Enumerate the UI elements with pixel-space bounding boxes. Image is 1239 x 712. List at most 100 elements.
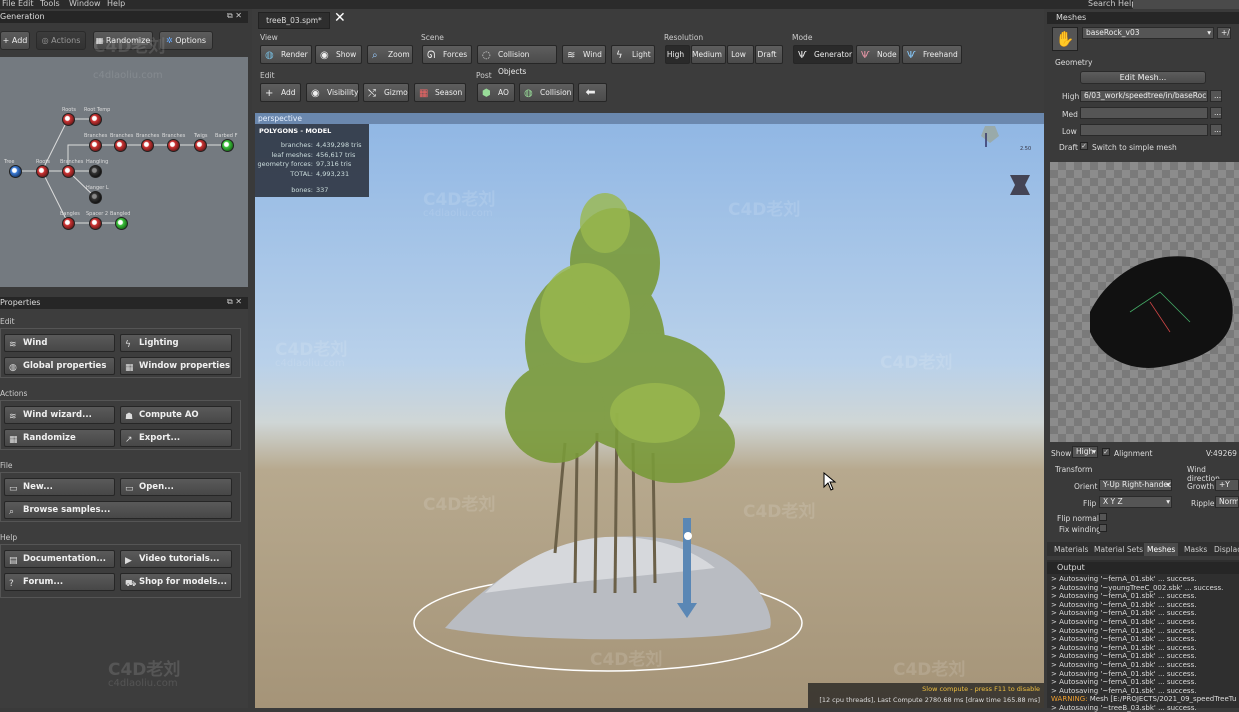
float-icon[interactable]: ⧉ ✕ (227, 297, 242, 307)
res-high-button[interactable]: High (665, 45, 690, 64)
window-properties-button[interactable]: ▦ Window properties (120, 357, 232, 375)
branches-node-1[interactable] (62, 165, 75, 178)
menu-edit[interactable]: Edit (18, 0, 34, 8)
tree-node[interactable] (9, 165, 22, 178)
close-tab-icon[interactable]: ✕ (334, 10, 346, 26)
lighting-button[interactable]: ϟ Lighting (120, 334, 232, 352)
wind-button[interactable]: ≋ Wind (4, 334, 115, 352)
tab-materials[interactable]: Materials (1054, 543, 1088, 556)
collision-objects-button[interactable]: ◌ Collision Objects (477, 45, 557, 76)
plus-icon: + (265, 88, 274, 99)
light-button[interactable]: ϟ Light (611, 45, 655, 64)
add-button[interactable]: + Add (0, 31, 30, 50)
roots-node[interactable] (62, 113, 75, 126)
output-line: > Autosaving '~fernA_01.sbk' ... success… (1051, 669, 1197, 678)
actions-button[interactable]: ◎ Actions (36, 31, 86, 50)
compute-ao-button[interactable]: ☗ Compute AO (120, 406, 232, 424)
med-browse-button[interactable]: ... (1210, 107, 1222, 119)
generation-title: Generation (0, 11, 248, 23)
generator-mode-button[interactable]: Ѱ Generator (793, 45, 853, 64)
scene-wind-button[interactable]: ≋ Wind (562, 45, 606, 64)
shop-for-models-button[interactable]: ⛟ Shop for models... (120, 573, 232, 591)
zoom-button[interactable]: ⌕ Zoom (367, 45, 413, 64)
menu-tools[interactable]: Tools (40, 0, 60, 8)
hanger-node[interactable] (89, 191, 102, 204)
tab-meshes[interactable]: Meshes (1144, 543, 1179, 556)
post-collision-button[interactable]: ◍ Collision (519, 83, 574, 102)
branches-node-3[interactable] (114, 139, 127, 152)
wind-wizard-button[interactable]: ≋ Wind wizard... (4, 406, 115, 424)
randomize-action-button[interactable]: ▦ Randomize (4, 429, 115, 447)
mesh-add-remove[interactable]: +/- (1217, 27, 1231, 39)
export-button[interactable]: ↗ Export... (120, 429, 232, 447)
orient-select[interactable]: Y-Up Right-handed ▾ (1099, 479, 1172, 491)
high-mesh-path[interactable]: 6/03_work/speedtree/in/baseRock.obj (1080, 90, 1208, 102)
ripple-select[interactable]: Norm (1215, 496, 1239, 508)
flip-select[interactable]: X Y Z ▾ (1099, 496, 1172, 508)
tab-masks[interactable]: Masks (1184, 543, 1207, 556)
search-help-input[interactable] (1133, 0, 1239, 9)
growth-select[interactable]: +Y (1215, 479, 1239, 491)
menu-help[interactable]: Help (107, 0, 125, 8)
low-mesh-path[interactable] (1080, 124, 1208, 136)
bangled-node[interactable] (115, 217, 128, 230)
generation-graph[interactable]: Roots Root Temp Branches Branches Branch… (0, 57, 248, 287)
res-medium-button[interactable]: Medium (691, 45, 726, 64)
show-select[interactable]: High ▾ (1072, 446, 1098, 458)
trunk-node[interactable] (36, 165, 49, 178)
root-temp-node[interactable] (89, 113, 102, 126)
viewport[interactable]: perspective POLYGONS - MODEL branches: 4,… (255, 113, 1044, 708)
branches-node-2[interactable] (89, 139, 102, 152)
new-button[interactable]: ▭ New... (4, 478, 115, 496)
documentation-button[interactable]: ▤ Documentation... (4, 550, 115, 568)
forces-button[interactable]: ᘏ Forces (422, 45, 472, 64)
menu-file[interactable]: File (2, 0, 15, 8)
node-label: Twigs (194, 133, 208, 139)
open-button[interactable]: ▭ Open... (120, 478, 232, 496)
browse-samples-button[interactable]: ⌕ Browse samples... (4, 501, 232, 519)
ao-button[interactable]: ⬢ AO (477, 83, 515, 102)
float-icon[interactable]: ⧉ ✕ (227, 11, 242, 21)
switch-simple-checkbox[interactable]: ✓ (1080, 142, 1088, 150)
alignment-checkbox[interactable]: ✓ (1102, 448, 1110, 456)
low-label: Low (1062, 127, 1077, 136)
res-draft-button[interactable]: Draft (755, 45, 783, 64)
cart-icon: ⛟ (125, 579, 137, 589)
node-label: Spacer 2 (86, 211, 109, 217)
mesh-select[interactable]: baseRock_v03 ▾ (1082, 27, 1214, 39)
options-button[interactable]: ✲ Options (159, 31, 213, 50)
edit-add-button[interactable]: + Add (260, 83, 301, 102)
season-button[interactable]: ▦ Season (414, 83, 466, 102)
branches-node-4[interactable] (141, 139, 154, 152)
leaves-node[interactable] (221, 139, 234, 152)
twigs-node[interactable] (194, 139, 207, 152)
branches-node-5[interactable] (167, 139, 180, 152)
tab-displacement[interactable]: Displac (1214, 543, 1239, 556)
med-mesh-path[interactable] (1080, 107, 1208, 119)
hand-icon[interactable]: ✋ (1052, 27, 1078, 51)
node-mode-button[interactable]: Ѱ Node (856, 45, 900, 64)
post-label: Post (476, 71, 492, 80)
menu-window[interactable]: Window (69, 0, 101, 8)
freehand-mode-button[interactable]: Ѱ Freehand (902, 45, 962, 64)
low-browse-button[interactable]: ... (1210, 124, 1222, 136)
global-properties-button[interactable]: ◍ Global properties (4, 357, 115, 375)
document-tab[interactable]: treeB_03.spm* (258, 12, 330, 29)
gizmo-button[interactable]: ⤭ Gizmo (363, 83, 409, 102)
roots-node-2[interactable] (62, 217, 75, 230)
mesh-preview[interactable] (1050, 162, 1239, 442)
hangling-node[interactable] (89, 165, 102, 178)
res-low-button[interactable]: Low (727, 45, 754, 64)
fix-winding-checkbox[interactable] (1099, 524, 1107, 532)
render-button[interactable]: ◍ Render (260, 45, 312, 64)
show-button[interactable]: ◉ Show (315, 45, 362, 64)
back-arrow-button[interactable]: ⬅ (578, 83, 607, 102)
flip-normals-checkbox[interactable] (1099, 513, 1107, 521)
tab-material-sets[interactable]: Material Sets (1094, 543, 1143, 556)
high-browse-button[interactable]: ... (1210, 90, 1222, 102)
edit-mesh-button[interactable]: Edit Mesh... (1080, 71, 1206, 84)
forum-button[interactable]: ? Forum... (4, 573, 115, 591)
video-tutorials-button[interactable]: ▶ Video tutorials... (120, 550, 232, 568)
visibility-button[interactable]: ◉ Visibility (306, 83, 359, 102)
spacer-node[interactable] (89, 217, 102, 230)
